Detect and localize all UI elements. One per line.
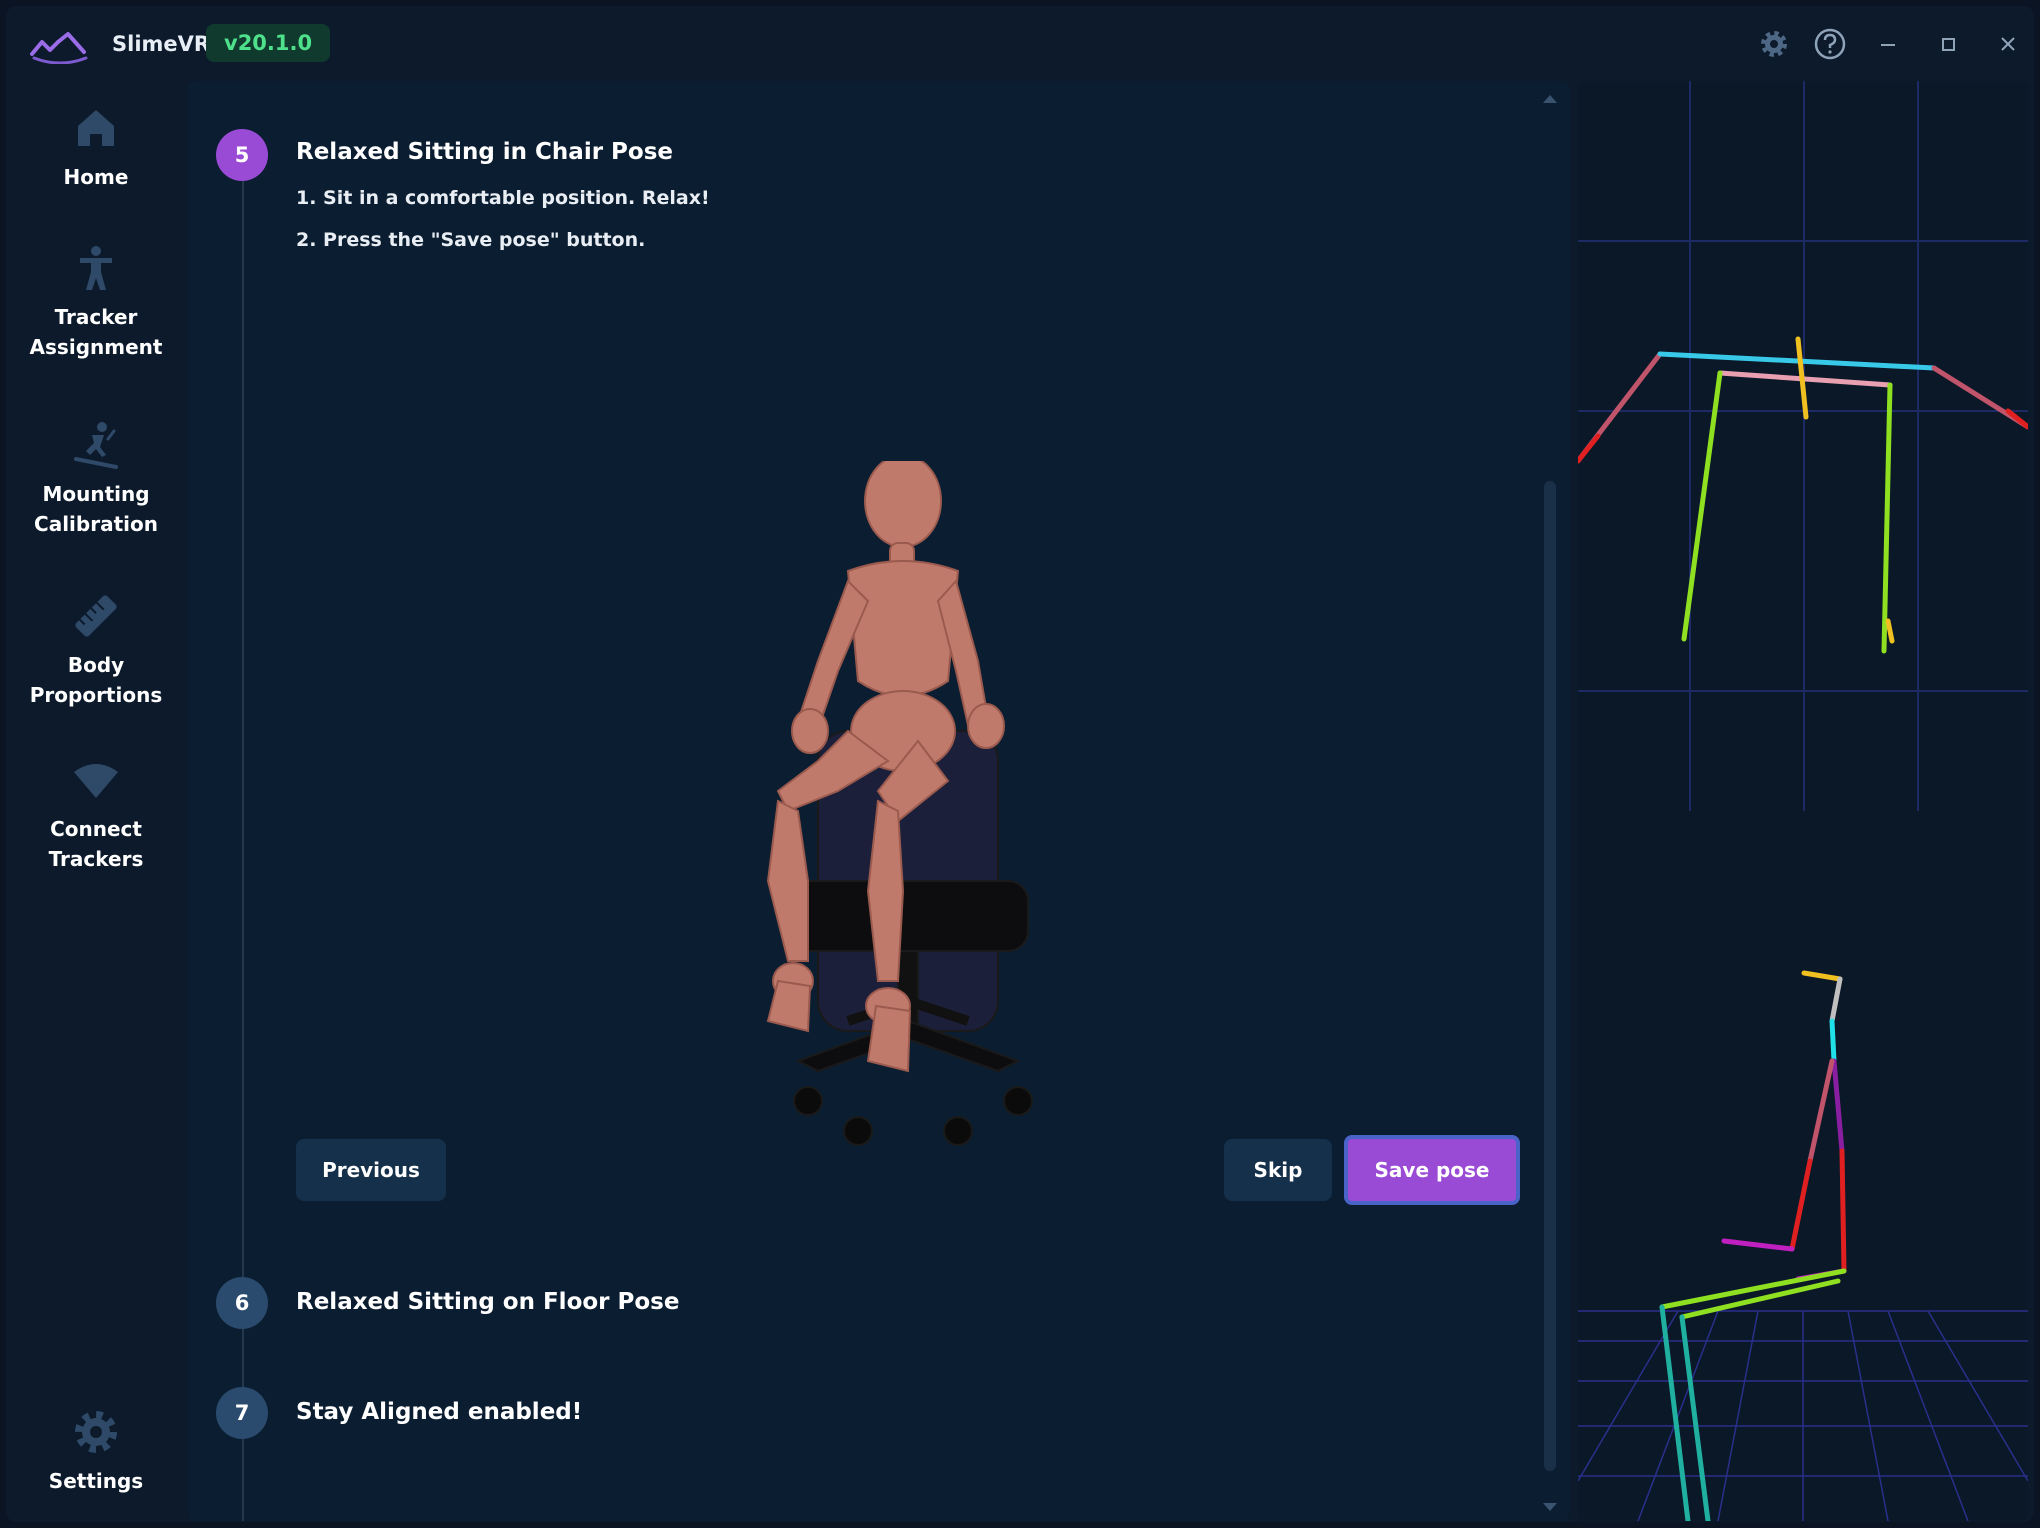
skeleton-side-view[interactable]: [1578, 861, 2028, 1521]
sidebar-item-home[interactable]: Home: [6, 102, 186, 192]
scrollbar-thumb[interactable]: [1544, 481, 1556, 1471]
step-title: Stay Aligned enabled!: [296, 1399, 583, 1425]
step-title: Relaxed Sitting on Floor Pose: [296, 1289, 680, 1315]
slimevr-logo-icon: [30, 32, 88, 64]
version-badge[interactable]: v20.1.0: [206, 24, 331, 62]
sidebar-item-label: Connect: [50, 817, 142, 841]
wifi-icon: [74, 764, 118, 798]
title-bar[interactable]: SlimeVR v20.1.0: [6, 6, 2034, 78]
app-title: SlimeVR: [112, 32, 211, 56]
sidebar-item-label-line2: Proportions: [29, 683, 163, 707]
scroll-down-arrow-icon[interactable]: [1539, 1499, 1561, 1515]
sitting-pose-illustration: [766, 461, 1033, 1146]
sidebar-item-tracker-assignment[interactable]: Tracker Assignment: [6, 242, 186, 362]
close-icon[interactable]: [1990, 26, 2026, 62]
step-number-badge: 6: [216, 1277, 268, 1329]
settings-gear-icon[interactable]: [1756, 26, 1792, 62]
sidebar-item-label-line2: Assignment: [29, 335, 163, 359]
sidebar-item-mounting-calibration[interactable]: Mounting Calibration: [6, 419, 186, 539]
home-icon: [78, 110, 114, 146]
maximize-icon[interactable]: [1930, 26, 1966, 62]
step-instruction: 1. Sit in a comfortable position. Relax!: [296, 187, 710, 209]
save-pose-button[interactable]: Save pose: [1344, 1135, 1520, 1205]
sidebar-item-label: Body: [67, 653, 125, 677]
minimize-icon[interactable]: [1870, 26, 1906, 62]
sidebar-item-label-line2: Trackers: [48, 847, 144, 871]
person-icon: [80, 246, 112, 290]
skeleton-top-view[interactable]: [1578, 81, 2028, 811]
app-window: SlimeVR v20.1.0 Home Tracker Assignment …: [6, 6, 2034, 1522]
sidebar-item-label: Settings: [48, 1469, 144, 1493]
ruler-icon: [75, 595, 117, 637]
calibration-steps-panel: 5 Relaxed Sitting in Chair Pose 1. Sit i…: [188, 81, 1570, 1521]
step-instruction: 2. Press the "Save pose" button.: [296, 229, 646, 251]
sidebar-item-label: Home: [63, 165, 129, 189]
sidebar-item-body-proportions[interactable]: Body Proportions: [6, 590, 186, 710]
scroll-up-arrow-icon[interactable]: [1539, 91, 1561, 107]
skeleton-preview[interactable]: [1578, 81, 2028, 1521]
ski-icon: [74, 422, 118, 469]
step-title: Relaxed Sitting in Chair Pose: [296, 139, 674, 165]
sidebar: Home Tracker Assignment Mounting Calibra…: [6, 84, 186, 1522]
skip-button[interactable]: Skip: [1224, 1139, 1332, 1201]
sidebar-item-label: Mounting: [42, 482, 150, 506]
step-number-badge: 5: [216, 129, 268, 181]
previous-button[interactable]: Previous: [296, 1139, 446, 1201]
sidebar-item-settings[interactable]: Settings: [6, 1406, 186, 1496]
sidebar-item-connect-trackers[interactable]: Connect Trackers: [6, 754, 186, 874]
sidebar-item-label-line2: Calibration: [34, 512, 158, 536]
help-icon[interactable]: [1812, 26, 1848, 62]
gear-icon: [75, 1411, 117, 1453]
step-number-badge: 7: [216, 1387, 268, 1439]
sidebar-item-label: Tracker: [54, 305, 138, 329]
